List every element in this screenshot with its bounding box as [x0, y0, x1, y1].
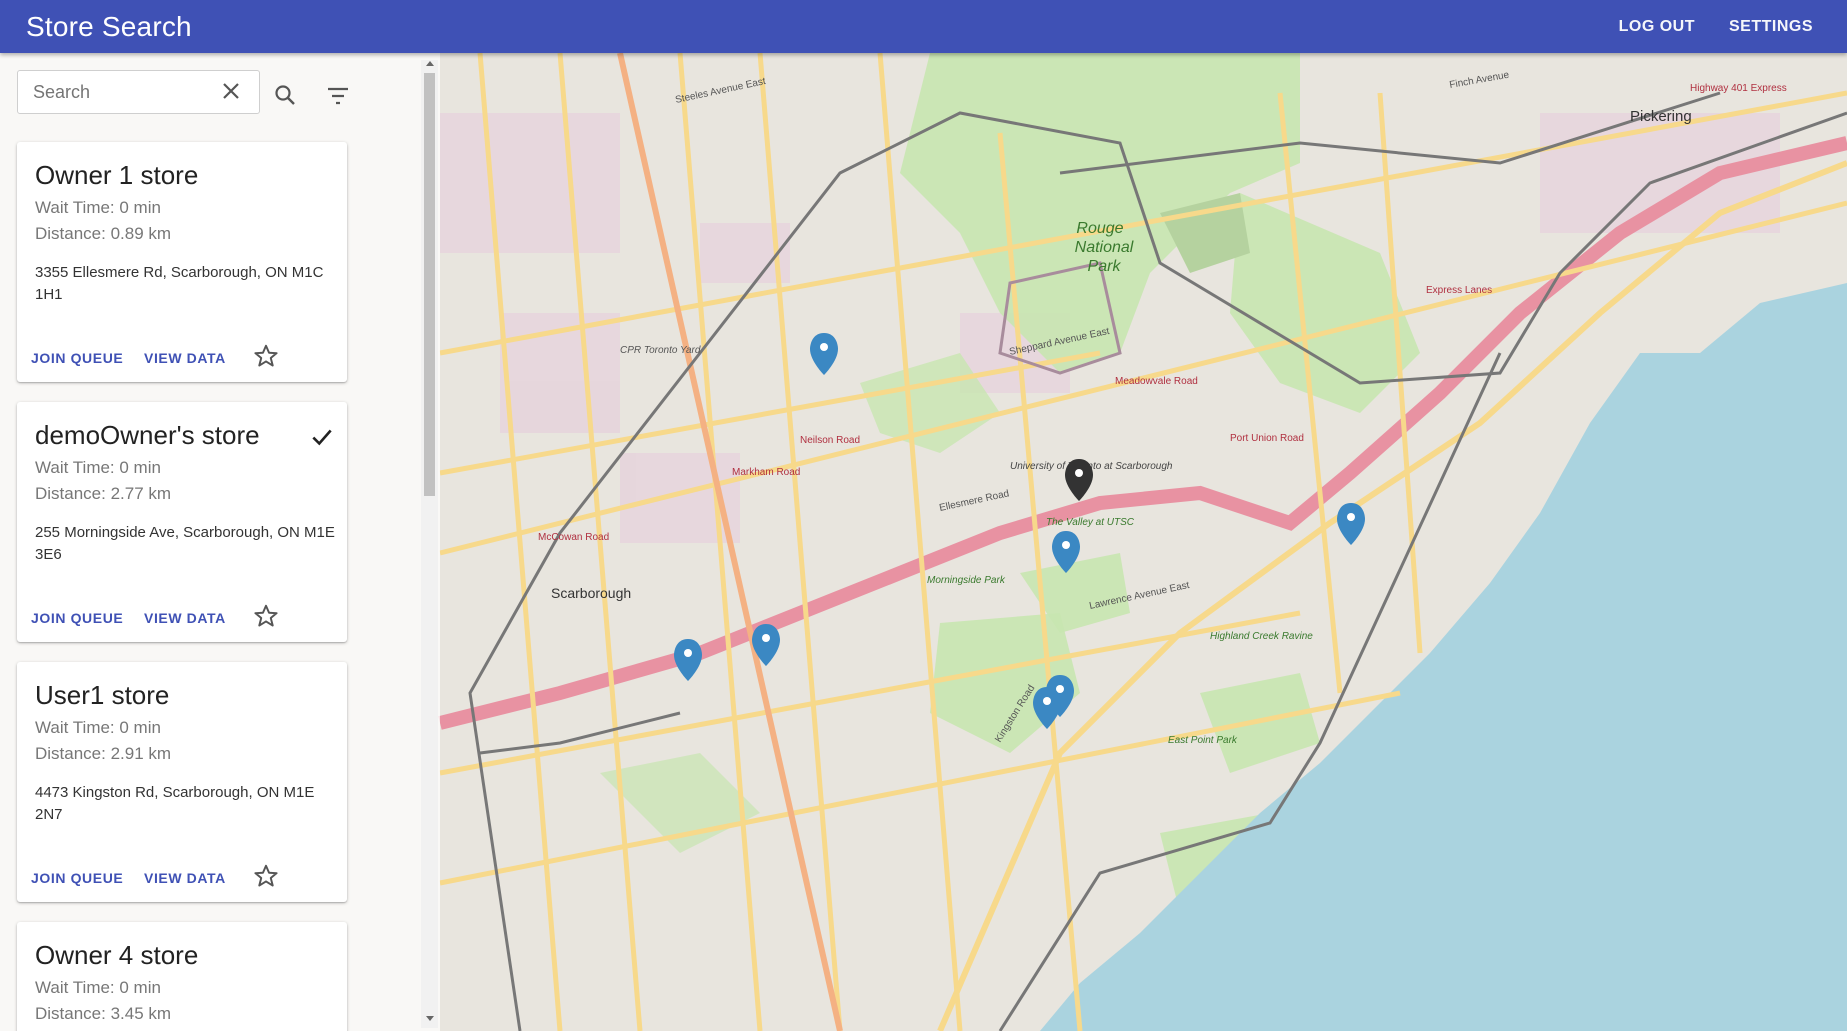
- svg-text:Scarborough: Scarborough: [551, 585, 631, 601]
- store-name: demoOwner's store: [35, 420, 260, 450]
- view-data-button[interactable]: VIEW DATA: [144, 610, 226, 626]
- svg-text:Pickering: Pickering: [1630, 108, 1692, 125]
- store-distance: Distance: 2.77 km: [35, 484, 172, 503]
- store-address: 4473 Kingston Rd, Scarborough, ON M1E 2N…: [35, 784, 315, 823]
- join-queue-button[interactable]: JOIN QUEUE: [31, 870, 123, 886]
- settings-button[interactable]: SETTINGS: [1729, 18, 1813, 36]
- store-wait-time: Wait Time: 0 min: [35, 978, 161, 997]
- search-input[interactable]: [18, 71, 198, 113]
- store-sidebar: Owner 1 store Wait Time: 0 min Distance:…: [0, 53, 440, 1031]
- svg-text:Port Union Road: Port Union Road: [1230, 433, 1304, 444]
- favorite-star-icon[interactable]: [253, 603, 279, 629]
- store-address: 3355 Ellesmere Rd, Scarborough, ON M1C 1…: [35, 264, 324, 303]
- scroll-down-arrow[interactable]: [426, 1016, 434, 1021]
- app-bar: Store Search LOG OUT SETTINGS: [0, 0, 1847, 53]
- store-wait-time: Wait Time: 0 min: [35, 458, 161, 477]
- store-card: User1 store Wait Time: 0 min Distance: 2…: [17, 662, 347, 902]
- store-card: Owner 1 store Wait Time: 0 min Distance:…: [17, 142, 347, 382]
- svg-text:National: National: [1075, 239, 1134, 256]
- svg-text:Park: Park: [1088, 258, 1122, 275]
- svg-text:McCowan Road: McCowan Road: [538, 532, 609, 543]
- svg-text:Highway 401 Express: Highway 401 Express: [1690, 83, 1787, 94]
- store-card: demoOwner's store Wait Time: 0 min Dista…: [17, 402, 347, 642]
- favorite-star-icon[interactable]: [253, 863, 279, 889]
- join-queue-button[interactable]: JOIN QUEUE: [31, 610, 123, 626]
- app-title: Store Search: [26, 10, 192, 42]
- store-address: 255 Morningside Ave, Scarborough, ON M1E…: [35, 524, 335, 563]
- svg-text:Neilson Road: Neilson Road: [800, 435, 860, 446]
- favorite-star-icon[interactable]: [253, 343, 279, 369]
- svg-text:Markham Road: Markham Road: [732, 467, 800, 478]
- store-distance: Distance: 0.89 km: [35, 224, 172, 243]
- svg-text:Meadowvale Road: Meadowvale Road: [1115, 376, 1198, 387]
- store-wait-time: Wait Time: 0 min: [35, 198, 161, 217]
- svg-text:Express Lanes: Express Lanes: [1426, 285, 1492, 296]
- svg-text:East Point Park: East Point Park: [1168, 735, 1238, 746]
- store-distance: Distance: 2.91 km: [35, 744, 172, 763]
- logout-button[interactable]: LOG OUT: [1619, 18, 1695, 36]
- store-name: Owner 1 store: [35, 160, 199, 190]
- search-box: [17, 70, 260, 114]
- clear-icon[interactable]: [219, 79, 243, 103]
- store-name: User1 store: [35, 680, 170, 710]
- view-data-button[interactable]: VIEW DATA: [144, 870, 226, 886]
- svg-text:Rouge: Rouge: [1076, 220, 1123, 237]
- filter-icon[interactable]: [326, 86, 350, 106]
- scrollbar-thumb[interactable]: [424, 73, 435, 496]
- svg-text:Highland Creek Ravine: Highland Creek Ravine: [1210, 631, 1313, 642]
- svg-text:Morningside Park: Morningside Park: [927, 575, 1006, 586]
- check-icon: [312, 429, 332, 446]
- store-wait-time: Wait Time: 0 min: [35, 718, 161, 737]
- svg-text:The Valley at UTSC: The Valley at UTSC: [1046, 517, 1135, 528]
- svg-text:CPR Toronto Yard: CPR Toronto Yard: [620, 345, 701, 356]
- store-name: Owner 4 store: [35, 940, 199, 970]
- scroll-up-arrow[interactable]: [426, 61, 434, 66]
- store-card: Owner 4 store Wait Time: 0 min Distance:…: [17, 922, 347, 1031]
- join-queue-button[interactable]: JOIN QUEUE: [31, 350, 123, 366]
- store-distance: Distance: 3.45 km: [35, 1004, 172, 1023]
- search-icon[interactable]: [273, 83, 297, 107]
- view-data-button[interactable]: VIEW DATA: [144, 350, 226, 366]
